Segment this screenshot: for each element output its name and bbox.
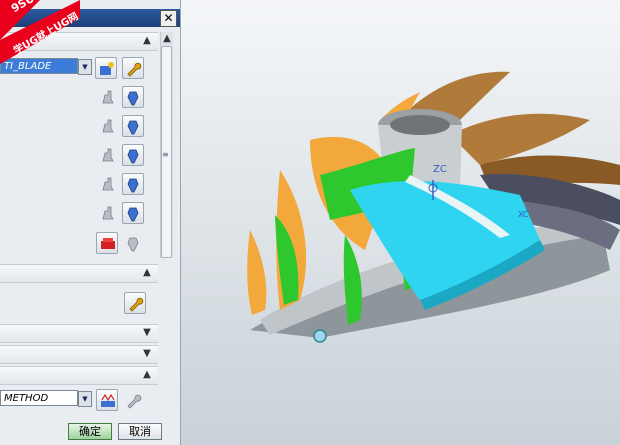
blade-orange-3 <box>247 230 267 315</box>
method-select[interactable]: METHOD <box>0 390 78 406</box>
flashlight-icon <box>127 207 139 222</box>
operation-dialog: ✕ ▲ TI_BLADE ▼ ▲ ≡ ▲ ▼ ▼ ▲ METHOD ▼ 确定 取… <box>0 0 181 445</box>
xc-axis-label: XC <box>518 210 529 219</box>
cancel-button[interactable]: 取消 <box>118 423 162 440</box>
specify-cut-area-button[interactable] <box>96 232 118 254</box>
select-geometry-button[interactable] <box>95 57 117 79</box>
display-blend-button[interactable] <box>122 173 144 195</box>
hand-tool-icon <box>102 119 114 133</box>
hand-tool-icon <box>102 177 114 191</box>
chevron-down-icon[interactable]: ▼ <box>78 59 92 75</box>
specify-blend-button[interactable] <box>96 173 118 195</box>
hand-tool-icon <box>102 206 114 220</box>
create-method-button[interactable] <box>96 389 118 411</box>
watermark-logo: 9SUG 学UG就上UG网 <box>0 0 80 64</box>
flashlight-icon <box>127 237 139 252</box>
specify-splitter-button[interactable] <box>96 202 118 224</box>
display-hub-button[interactable] <box>122 86 144 108</box>
display-blade-button[interactable] <box>122 144 144 166</box>
geometry-icon <box>100 62 114 75</box>
display-shroud-button[interactable] <box>122 115 144 137</box>
method-icon <box>101 393 115 407</box>
wrench-icon <box>127 62 142 77</box>
chevron-down-icon[interactable]: ▼ <box>78 391 92 407</box>
grip-icon: ≡ <box>162 150 169 159</box>
origin-marker <box>313 329 327 343</box>
impeller-model <box>247 71 620 343</box>
ok-button[interactable]: 确定 <box>68 423 112 440</box>
zc-axis-label: ZC <box>433 164 447 175</box>
scroll-up-icon[interactable]: ▲ <box>160 32 174 46</box>
flashlight-icon <box>127 120 139 135</box>
section-header-drive[interactable] <box>0 264 158 283</box>
section-header-program[interactable] <box>0 366 158 385</box>
hub-nose-hole <box>390 115 450 135</box>
flashlight-icon <box>127 149 139 164</box>
edit-drive-button[interactable] <box>124 292 146 314</box>
edit-method-button[interactable] <box>122 389 144 411</box>
section-header-tool[interactable] <box>0 345 158 364</box>
flashlight-icon <box>127 178 139 193</box>
section-header-tool-axis[interactable] <box>0 324 158 343</box>
hand-tool-icon <box>102 90 114 104</box>
specify-hub-button[interactable] <box>96 86 118 108</box>
red-block-icon <box>101 238 115 249</box>
chevron-down-icon[interactable]: ▼ <box>140 326 154 340</box>
specify-blade-button[interactable] <box>96 144 118 166</box>
flashlight-icon <box>127 91 139 106</box>
wrench-icon <box>129 297 144 312</box>
hand-tool-icon <box>102 148 114 162</box>
chevron-down-icon[interactable]: ▼ <box>140 347 154 361</box>
chevron-up-icon[interactable]: ▲ <box>140 34 154 48</box>
edit-geometry-button[interactable] <box>122 57 144 79</box>
chevron-up-icon[interactable]: ▲ <box>140 368 154 382</box>
display-splitter-button[interactable] <box>122 202 144 224</box>
chevron-up-icon[interactable]: ▲ <box>140 266 154 280</box>
close-button[interactable]: ✕ <box>160 10 177 27</box>
wrench-icon <box>127 394 142 409</box>
specify-shroud-button[interactable] <box>96 115 118 137</box>
display-cut-area-button[interactable] <box>122 232 144 254</box>
graphics-viewport[interactable]: ZC XC <box>180 0 620 445</box>
